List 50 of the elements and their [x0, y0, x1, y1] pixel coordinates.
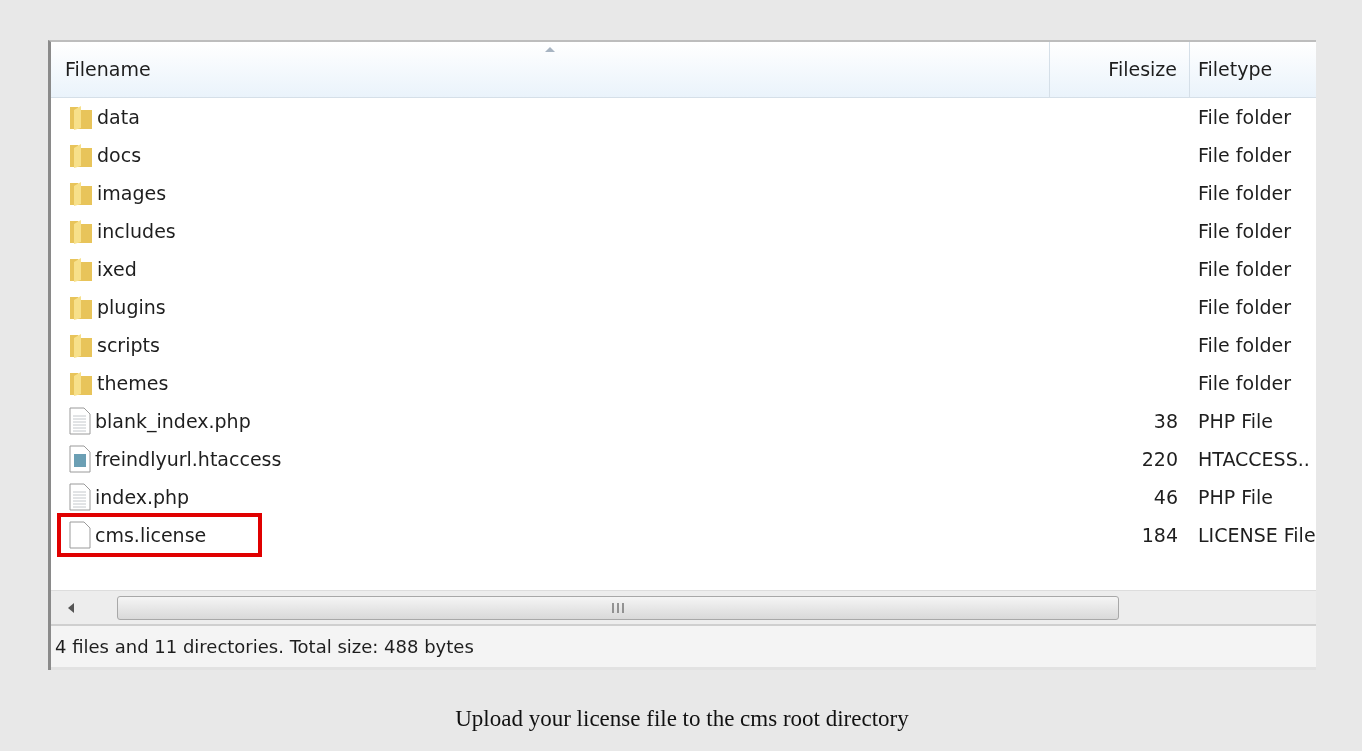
- folder-icon: [69, 218, 93, 244]
- file-type: LICENSE File: [1198, 523, 1316, 546]
- horizontal-scrollbar[interactable]: [51, 590, 1316, 626]
- file-type: File folder: [1198, 219, 1291, 242]
- file-size: 46: [1153, 485, 1178, 508]
- document-icon: [69, 483, 91, 511]
- file-type: File folder: [1198, 143, 1291, 166]
- file-name[interactable]: docs: [93, 140, 146, 170]
- file-name[interactable]: images: [93, 178, 171, 208]
- file-icon: [69, 445, 91, 473]
- scroll-left-icon[interactable]: [67, 601, 75, 614]
- file-type: File folder: [1198, 333, 1291, 356]
- file-type: PHP File: [1198, 485, 1274, 508]
- file-name[interactable]: themes: [93, 368, 173, 398]
- file-type: HTACCESS..: [1198, 447, 1310, 470]
- file-type: PHP File: [1198, 409, 1274, 432]
- status-bar-text: 4 files and 11 directories. Total size: 488 bytes: [51, 626, 1316, 670]
- file-name[interactable]: ixed: [93, 254, 141, 284]
- file-name[interactable]: cms.license: [91, 520, 211, 550]
- document-icon: [69, 407, 91, 435]
- folder-icon: [69, 104, 93, 130]
- folder-icon: [69, 370, 93, 396]
- column-header[interactable]: Filename: [51, 42, 1050, 97]
- file-name[interactable]: index.php: [91, 482, 194, 512]
- folder-icon: [69, 294, 93, 320]
- file-type: File folder: [1198, 257, 1291, 280]
- folder-icon: [69, 142, 93, 168]
- sort-arrow-icon: [544, 46, 556, 53]
- file-name[interactable]: freindlyurl.htaccess: [91, 444, 286, 474]
- file-size: 184: [1141, 523, 1178, 546]
- caption: Upload your license file to the cms root directory: [454, 705, 910, 733]
- column-header[interactable]: Filetype: [1190, 42, 1316, 97]
- file-type: File folder: [1198, 295, 1291, 318]
- file-type: File folder: [1198, 105, 1291, 128]
- grip-icon: [611, 602, 625, 613]
- file-name[interactable]: scripts: [93, 330, 164, 360]
- file-type: File folder: [1198, 181, 1291, 204]
- file-name[interactable]: plugins: [93, 292, 170, 322]
- folder-icon: [69, 256, 93, 282]
- file-size: 220: [1141, 447, 1178, 470]
- scrollbar-thumb[interactable]: [117, 595, 1119, 620]
- blank-file-icon: [69, 521, 91, 549]
- file-size: 38: [1153, 409, 1178, 432]
- file-type: File folder: [1198, 371, 1291, 394]
- file-name[interactable]: data: [93, 102, 144, 132]
- file-name[interactable]: blank_index.php: [91, 406, 255, 436]
- folder-icon: [69, 332, 93, 358]
- column-header[interactable]: Filesize: [1050, 42, 1190, 97]
- file-name[interactable]: includes: [93, 216, 180, 246]
- folder-icon: [69, 180, 93, 206]
